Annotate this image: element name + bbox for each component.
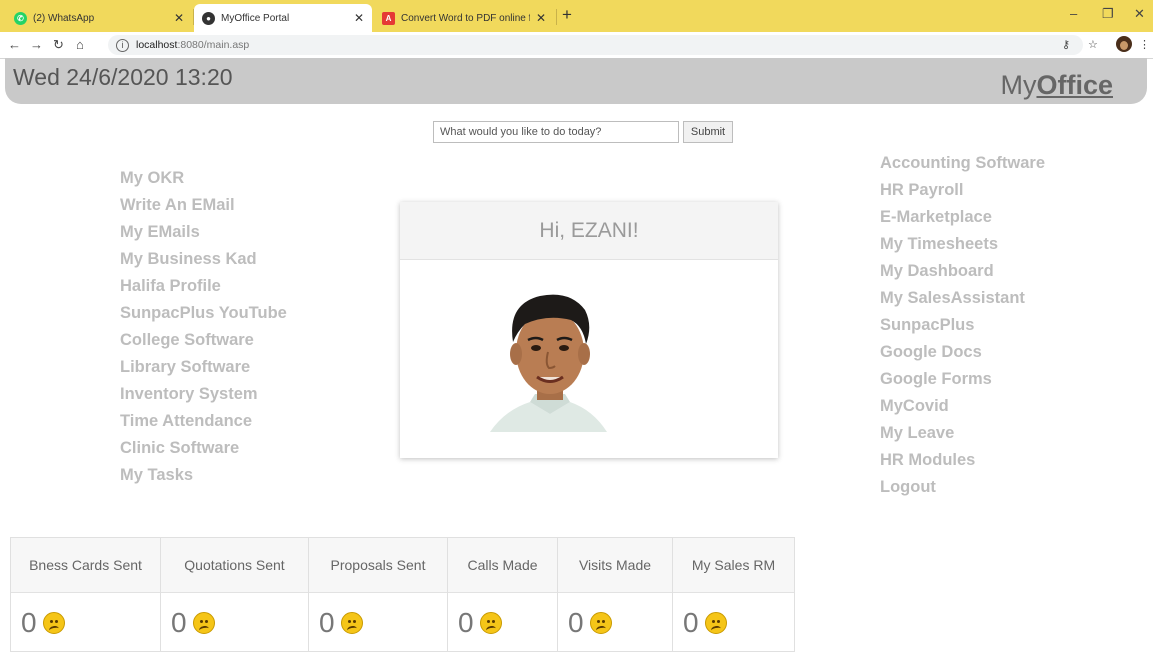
minimize-button[interactable]: – [1070,6,1077,21]
stat-proposals-sent: Proposals Sent 0 [308,537,447,652]
tab-title: (2) WhatsApp [33,12,95,24]
url-host: localhost [136,39,178,51]
more-menu-icon[interactable]: ⋮ [1139,38,1150,51]
user-profile-photo [490,294,607,432]
sad-face-icon [340,612,363,634]
close-tab-icon[interactable]: ✕ [174,11,184,25]
stat-visits-made: Visits Made 0 [557,537,672,652]
stat-label: My Sales RM [673,538,794,593]
menu-item-google-docs[interactable]: Google Docs [880,339,1045,366]
stat-value: 0 [319,607,335,638]
menu-item-e-marketplace[interactable]: E-Marketplace [880,204,1045,231]
menu-item-my-salesassistant[interactable]: My SalesAssistant [880,285,1045,312]
profile-avatar-icon[interactable] [1116,36,1132,52]
menu-item-my-okr[interactable]: My OKR [120,165,287,192]
menu-item-halifa-profile[interactable]: Halifa Profile [120,273,287,300]
stat-quotations-sent: Quotations Sent 0 [160,537,308,652]
menu-item-write-email[interactable]: Write An EMail [120,192,287,219]
menu-item-google-forms[interactable]: Google Forms [880,366,1045,393]
brand-prefix: My [1000,70,1037,100]
menu-item-my-dashboard[interactable]: My Dashboard [880,258,1045,285]
stat-label: Visits Made [558,538,672,593]
sad-face-icon [192,612,215,634]
submit-button[interactable]: Submit [683,121,733,143]
reload-icon[interactable]: ↻ [53,37,64,53]
stat-label: Bness Cards Sent [11,538,160,593]
tab-title: Convert Word to PDF online for f [401,12,530,24]
sales-stats-panel: Bness Cards Sent 0 Quotations Sent 0 Pro… [10,537,795,652]
url-path: :8080/main.asp [177,39,250,51]
browser-tab-bar: ✆ (2) WhatsApp ✕ ● MyOffice Portal ✕ A C… [0,0,1153,32]
brand-bold: Office [1036,70,1113,100]
tab-title: MyOffice Portal [221,12,290,24]
new-tab-button[interactable]: + [562,5,572,25]
menu-item-time-attendance[interactable]: Time Attendance [120,408,287,435]
search-input[interactable] [433,121,679,143]
left-menu: My OKR Write An EMail My EMails My Busin… [120,165,287,489]
menu-item-mycovid[interactable]: MyCovid [880,393,1045,420]
restore-button[interactable]: ❐ [1102,6,1114,22]
menu-item-college-software[interactable]: College Software [120,327,287,354]
stat-bness-cards-sent: Bness Cards Sent 0 [10,537,160,652]
star-icon[interactable]: ☆ [1088,38,1098,51]
close-tab-icon[interactable]: ✕ [354,11,364,25]
key-icon[interactable]: ⚷ [1062,38,1070,51]
menu-item-sunpacplus-youtube[interactable]: SunpacPlus YouTube [120,300,287,327]
stat-my-sales-rm: My Sales RM 0 [672,537,795,652]
stat-label: Quotations Sent [161,538,308,593]
stat-value: 0 [683,607,699,638]
sad-face-icon [479,612,502,634]
stat-label: Calls Made [448,538,557,593]
stat-value: 0 [171,607,187,638]
stat-value: 0 [568,607,584,638]
menu-item-my-tasks[interactable]: My Tasks [120,462,287,489]
menu-item-logout[interactable]: Logout [880,474,1045,501]
whatsapp-icon: ✆ [14,11,27,25]
menu-item-sunpacplus[interactable]: SunpacPlus [880,312,1045,339]
sad-face-icon [589,612,612,634]
menu-item-my-timesheets[interactable]: My Timesheets [880,231,1045,258]
brand-logo[interactable]: MyOffice [1000,70,1113,101]
tab-separator [556,9,557,25]
adobe-icon: A [382,11,395,25]
current-datetime: Wed 24/6/2020 13:20 [13,64,233,90]
greeting-card: Hi, EZANI! [400,202,778,458]
menu-item-library-software[interactable]: Library Software [120,354,287,381]
close-window-button[interactable]: ✕ [1134,6,1145,22]
browser-toolbar: ← → ↻ ⌂ i localhost:8080/main.asp ⚷ ☆ ⋮ [0,32,1153,59]
info-icon[interactable]: i [116,38,129,52]
menu-item-my-leave[interactable]: My Leave [880,420,1045,447]
stat-value: 0 [458,607,474,638]
close-tab-icon[interactable]: ✕ [536,11,546,25]
sad-face-icon [704,612,727,634]
menu-item-hr-modules[interactable]: HR Modules [880,447,1045,474]
app-header: Wed 24/6/2020 13:20 MyOffice [5,58,1147,104]
home-icon[interactable]: ⌂ [76,37,84,52]
tab-myoffice-portal[interactable]: ● MyOffice Portal ✕ [194,4,372,32]
forward-arrow-icon[interactable]: → [30,37,43,52]
right-menu: Accounting Software HR Payroll E-Marketp… [880,150,1045,501]
menu-item-clinic-software[interactable]: Clinic Software [120,435,287,462]
tab-convert-word-pdf[interactable]: A Convert Word to PDF online for f ✕ [374,4,554,32]
address-bar[interactable]: i localhost:8080/main.asp [108,35,1083,55]
menu-item-accounting-software[interactable]: Accounting Software [880,150,1045,177]
menu-item-inventory-system[interactable]: Inventory System [120,381,287,408]
menu-item-business-kad[interactable]: My Business Kad [120,246,287,273]
tab-whatsapp[interactable]: ✆ (2) WhatsApp ✕ [6,4,192,32]
globe-icon: ● [202,11,215,25]
greeting-text: Hi, EZANI! [400,202,778,260]
menu-item-hr-payroll[interactable]: HR Payroll [880,177,1045,204]
stat-calls-made: Calls Made 0 [447,537,557,652]
stat-label: Proposals Sent [309,538,447,593]
sad-face-icon [42,612,65,634]
stat-value: 0 [21,607,37,638]
menu-item-my-emails[interactable]: My EMails [120,219,287,246]
back-arrow-icon[interactable]: ← [8,37,21,52]
